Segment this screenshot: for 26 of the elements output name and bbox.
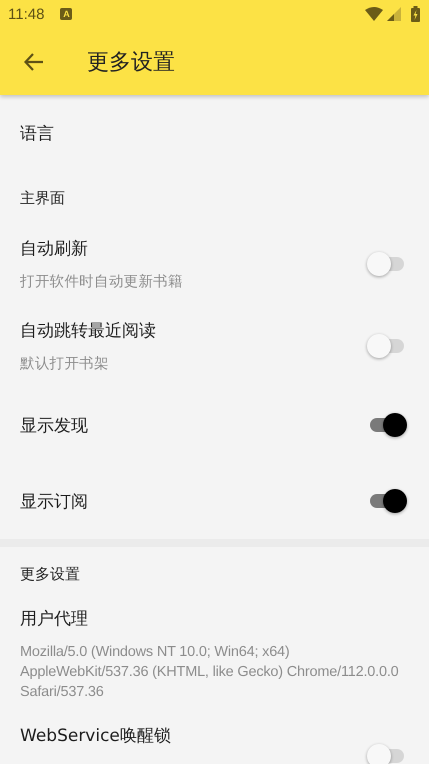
setting-title: 显示发现 <box>20 414 89 436</box>
battery-charging-icon <box>411 6 420 22</box>
status-time: 11:48 <box>8 6 44 22</box>
section-header: 主界面 <box>20 188 65 208</box>
setting-item[interactable]: 语言 <box>0 95 429 171</box>
setting-item[interactable]: 显示发现 <box>0 387 429 463</box>
page-title: 更多设置 <box>87 48 175 76</box>
setting-item[interactable]: 用户代理 Mozilla/5.0 (Windows NT 10.0; Win64; x64) AppleWebKit/537.36 (KHTML, like Gecko) Chrome/112.0.0.0 Safari/537.36 <box>0 599 429 710</box>
back-arrow-icon <box>23 50 45 72</box>
setting-item[interactable]: 自动跳转最近阅读 默认打开书架 <box>0 305 429 387</box>
setting-title: WebService唤醒锁 <box>20 725 172 747</box>
signal-icon <box>387 7 401 21</box>
setting-title: 自动跳转最近阅读 <box>20 320 157 342</box>
setting-item[interactable]: 显示订阅 <box>0 463 429 539</box>
setting-summary: 默认打开书架 <box>20 354 110 374</box>
setting-item[interactable]: 自动刷新 打开软件时自动更新书籍 <box>0 223 429 305</box>
setting-item[interactable]: WebService唤醒锁 <box>0 710 429 764</box>
wifi-icon <box>365 7 383 21</box>
setting-summary: 打开软件时自动更新书籍 <box>20 272 184 292</box>
setting-title: 用户代理 <box>20 608 89 630</box>
setting-title: 显示订阅 <box>20 490 89 512</box>
section-header: 更多设置 <box>20 564 80 584</box>
setting-title: 语言 <box>20 122 55 144</box>
notification-icon: A <box>60 8 72 20</box>
setting-title: 自动刷新 <box>20 238 89 260</box>
setting-summary: Mozilla/5.0 (Windows NT 10.0; Win64; x64) AppleWebKit/537.36 (KHTML, like Gecko) Chrome/112.0.0.0 Safari/537.36 <box>20 643 400 702</box>
